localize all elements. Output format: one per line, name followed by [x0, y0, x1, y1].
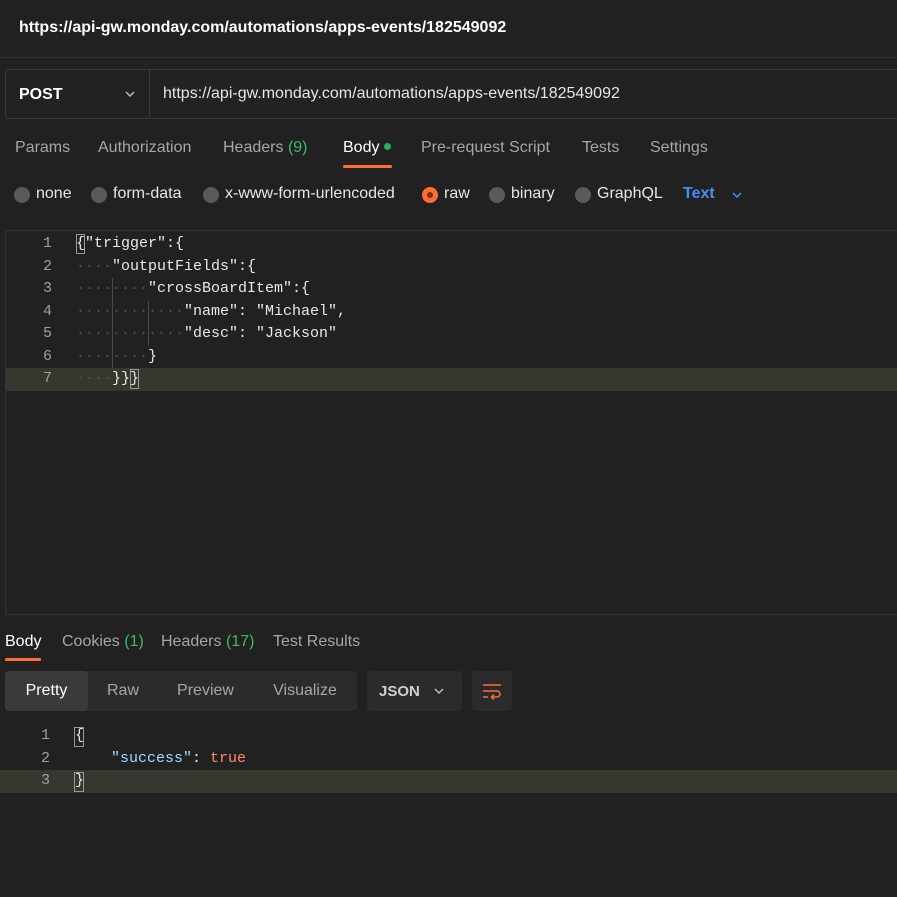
tab-authorization[interactable]: Authorization	[98, 139, 191, 157]
bracket-match-marker	[130, 369, 139, 389]
code-text: "outputFields":{	[112, 257, 257, 275]
body-type-options: none form-data x-www-form-urlencoded raw…	[0, 180, 897, 210]
code-line-current: 7 ···· }}}	[6, 368, 897, 391]
res-tab-test-results[interactable]: Test Results	[273, 633, 360, 651]
chevron-down-icon[interactable]	[731, 189, 743, 201]
radio-label-graphql: GraphQL	[597, 185, 663, 202]
indent-whitespace: ············	[76, 302, 185, 320]
tab-body[interactable]: Body	[343, 139, 392, 157]
method-select[interactable]: POST	[6, 70, 150, 118]
bracket-match-marker	[74, 727, 84, 747]
code-text: "crossBoardItem":{	[148, 280, 311, 297]
code-text: "success": true	[111, 750, 246, 767]
line-number: 3	[40, 772, 50, 789]
code-line: 1 {	[0, 725, 897, 748]
res-tab-headers-count: (17)	[225, 633, 255, 650]
bracket-match-marker	[74, 772, 84, 792]
response-tabs: Body Cookies (1) Headers (17) Test Resul…	[0, 628, 897, 664]
line-number: 2	[40, 749, 50, 767]
tab-settings[interactable]: Settings	[650, 139, 708, 157]
request-tabs: Params Authorization Headers (9) Body Pr…	[0, 132, 897, 172]
bracket-match-marker	[76, 234, 85, 254]
view-pretty-button[interactable]: Pretty	[5, 671, 88, 711]
response-format-select[interactable]: JSON	[367, 671, 462, 711]
line-number: 1	[42, 235, 52, 252]
window-title: https://api-gw.monday.com/automations/ap…	[19, 19, 507, 36]
indent-guide	[112, 278, 113, 368]
code-text: }	[148, 347, 158, 365]
tab-headers-label: Headers	[223, 139, 284, 156]
radio-urlencoded[interactable]	[203, 187, 219, 203]
code-line: 1 {"trigger":{	[6, 233, 897, 256]
line-number: 2	[42, 257, 52, 275]
code-line: 6 ········ }	[6, 346, 897, 369]
res-tab-headers[interactable]: Headers (17)	[161, 633, 254, 651]
res-tab-cookies-count: (1)	[124, 633, 144, 650]
chevron-down-icon	[125, 91, 135, 98]
json-separator: :	[192, 749, 211, 767]
code-line-current: 3 }	[0, 770, 897, 793]
request-url-bar: POST https://api-gw.monday.com/automatio…	[5, 69, 897, 119]
view-visualize-button[interactable]: Visualize	[253, 671, 357, 711]
radio-label-none: none	[36, 185, 72, 202]
res-tab-cookies[interactable]: Cookies (1)	[62, 633, 144, 651]
code-line: 2 ···· "outputFields":{	[6, 256, 897, 279]
tab-body-label: Body	[343, 139, 380, 156]
response-body-viewer[interactable]: 1 { 2 "success": true 3 }	[0, 725, 897, 897]
active-res-tab-underline	[5, 658, 41, 661]
radio-graphql[interactable]	[575, 187, 591, 203]
radio-raw[interactable]	[422, 187, 438, 203]
line-number: 4	[42, 302, 52, 320]
code-line: 5 ············ "desc": "Jackson"	[6, 323, 897, 346]
code-text: {"trigger":{	[76, 235, 185, 252]
line-number: 1	[40, 727, 50, 744]
view-raw-button[interactable]: Raw	[88, 671, 158, 711]
request-body-editor[interactable]: 1 {"trigger":{ 2 ···· "outputFields":{ 3…	[5, 230, 897, 615]
indent-whitespace: ····	[76, 257, 113, 275]
line-number: 3	[42, 280, 52, 297]
url-input[interactable]: https://api-gw.monday.com/automations/ap…	[163, 85, 620, 103]
radio-label-urlencoded: x-www-form-urlencoded	[225, 185, 395, 202]
tab-headers[interactable]: Headers (9)	[223, 139, 308, 157]
line-number: 6	[42, 347, 52, 365]
radio-binary[interactable]	[489, 187, 505, 203]
active-tab-underline	[343, 165, 392, 168]
json-value: true	[210, 749, 247, 767]
line-number: 7	[42, 370, 52, 387]
indent-whitespace: ············	[76, 325, 185, 342]
radio-label-form-data: form-data	[113, 185, 182, 202]
code-line: 2 "success": true	[0, 748, 897, 771]
code-line: 3 ········ "crossBoardItem":{	[6, 278, 897, 301]
radio-label-binary: binary	[511, 185, 555, 202]
indent-guide	[148, 300, 149, 346]
view-preview-button[interactable]: Preview	[158, 671, 253, 711]
code-text: "desc": "Jackson"	[184, 325, 338, 342]
code-line: 4 ············ "name": "Michael",	[6, 301, 897, 324]
response-format-label: JSON	[379, 683, 420, 700]
radio-form-data[interactable]	[91, 187, 107, 203]
tab-pre-request-script[interactable]: Pre-request Script	[421, 139, 550, 157]
line-number: 5	[42, 325, 52, 342]
indent-whitespace: ····	[76, 370, 113, 387]
res-tab-cookies-label: Cookies	[62, 633, 120, 650]
tab-headers-count: (9)	[287, 139, 308, 156]
method-label: POST	[19, 86, 63, 103]
title-bar: https://api-gw.monday.com/automations/ap…	[0, 0, 897, 58]
tab-tests[interactable]: Tests	[582, 139, 619, 157]
wrap-lines-icon	[483, 684, 501, 700]
res-tab-body[interactable]: Body	[5, 633, 41, 651]
tab-params[interactable]: Params	[15, 139, 70, 157]
chevron-down-icon	[434, 688, 444, 695]
body-format-select[interactable]: Text	[683, 185, 715, 203]
radio-label-raw: raw	[444, 185, 470, 202]
json-key: "success"	[111, 749, 193, 767]
wrap-lines-button[interactable]	[472, 671, 512, 711]
code-text: "name": "Michael",	[184, 302, 347, 320]
res-tab-headers-label: Headers	[161, 633, 222, 650]
response-view-modes: Pretty Raw Preview Visualize	[5, 671, 357, 711]
radio-none[interactable]	[14, 187, 30, 203]
body-indicator-dot	[384, 143, 392, 151]
